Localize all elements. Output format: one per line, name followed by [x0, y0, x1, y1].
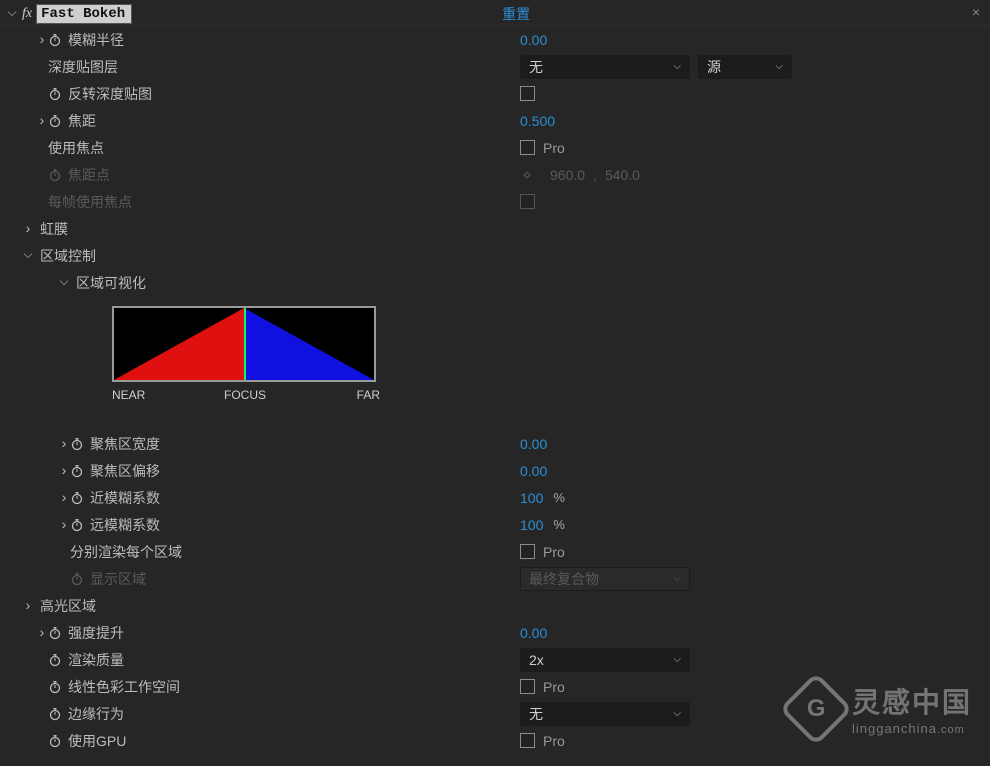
depth-source-dropdown[interactable]: 源 ⌵: [698, 55, 792, 79]
effect-name-field[interactable]: Fast Bokeh: [36, 4, 132, 24]
render-each-label: 分别渲染每个区域: [70, 542, 182, 562]
blur-radius-chevron[interactable]: [36, 32, 48, 48]
stopwatch-icon[interactable]: [48, 114, 62, 128]
pro-badge: Pro: [543, 733, 565, 749]
range-viz-chevron[interactable]: [58, 275, 70, 290]
viz-far-label: FAR: [357, 388, 380, 402]
stopwatch-icon[interactable]: [48, 680, 62, 694]
focal-distance-value[interactable]: 0.500: [520, 113, 555, 129]
far-blur-value[interactable]: 100: [520, 517, 543, 533]
pro-badge: Pro: [543, 544, 565, 560]
viz-focus-label: FOCUS: [224, 388, 266, 402]
invert-depth-label: 反转深度贴图: [68, 84, 152, 104]
edge-behavior-label: 边缘行为: [68, 704, 124, 724]
far-triangle: [244, 308, 374, 380]
panel-close-button[interactable]: ×: [968, 4, 984, 20]
focus-width-label: 聚焦区宽度: [90, 434, 160, 454]
focal-distance-chevron[interactable]: [36, 113, 48, 129]
highlight-label: 高光区域: [40, 596, 96, 616]
use-focal-point-label: 使用焦点: [48, 138, 104, 158]
render-quality-value: 2x: [529, 652, 544, 668]
stopwatch-icon[interactable]: [70, 464, 84, 478]
near-blur-chevron[interactable]: [58, 490, 70, 506]
use-gpu-checkbox[interactable]: [520, 733, 535, 748]
focus-offset-chevron[interactable]: [58, 463, 70, 479]
use-focal-point-checkbox[interactable]: [520, 140, 535, 155]
focal-point-label: 焦距点: [68, 165, 110, 185]
viz-near-label: NEAR: [112, 388, 145, 402]
boost-chevron[interactable]: [36, 625, 48, 641]
near-blur-label: 近模糊系数: [90, 488, 160, 508]
focus-width-chevron[interactable]: [58, 436, 70, 452]
chevron-down-icon: ⌵: [673, 654, 681, 665]
invert-depth-checkbox[interactable]: [520, 86, 535, 101]
chevron-down-icon: ⌵: [673, 573, 681, 584]
blur-radius-label: 模糊半径: [68, 30, 124, 50]
blur-radius-value[interactable]: 0.00: [520, 32, 547, 48]
linear-color-checkbox[interactable]: [520, 679, 535, 694]
depth-source-value: 源: [707, 57, 721, 77]
near-blur-value[interactable]: 100: [520, 490, 543, 506]
chevron-down-icon: ⌵: [673, 708, 681, 719]
render-quality-dropdown[interactable]: 2x ⌵: [520, 648, 690, 672]
range-control-chevron[interactable]: [22, 248, 34, 263]
stopwatch-icon[interactable]: [70, 491, 84, 505]
reset-button[interactable]: 重置: [502, 4, 530, 24]
depth-layer-dropdown[interactable]: 无 ⌵: [520, 55, 690, 79]
show-range-dropdown: 最终复合物 ⌵: [520, 567, 690, 591]
pro-badge: Pro: [543, 679, 565, 695]
percent-unit: %: [553, 490, 565, 505]
focus-offset-value[interactable]: 0.00: [520, 463, 547, 479]
edge-behavior-dropdown[interactable]: 无 ⌵: [520, 702, 690, 726]
viz-canvas: [112, 306, 376, 382]
stopwatch-icon[interactable]: [48, 87, 62, 101]
stopwatch-icon[interactable]: [48, 707, 62, 721]
far-blur-label: 远模糊系数: [90, 515, 160, 535]
boost-label: 强度提升: [68, 623, 124, 643]
depth-layer-label: 深度贴图层: [48, 57, 118, 77]
far-blur-chevron[interactable]: [58, 517, 70, 533]
focus-line: [244, 306, 246, 382]
effect-panel: × fx Fast Bokeh 重置 模糊半径 0.00 深度贴图层 无 ⌵: [0, 0, 990, 766]
focus-offset-label: 聚焦区偏移: [90, 461, 160, 481]
stopwatch-icon[interactable]: [48, 33, 62, 47]
render-each-checkbox[interactable]: [520, 544, 535, 559]
each-frame-label: 每帧使用焦点: [48, 192, 132, 212]
percent-unit: %: [553, 517, 565, 532]
render-quality-label: 渲染质量: [68, 650, 124, 670]
focus-width-value[interactable]: 0.00: [520, 436, 547, 452]
crosshair-icon: [520, 168, 534, 182]
chevron-down-icon: ⌵: [775, 61, 783, 72]
fx-icon[interactable]: fx: [22, 6, 32, 22]
stopwatch-icon: [70, 572, 84, 586]
boost-value[interactable]: 0.00: [520, 625, 547, 641]
show-range-value: 最终复合物: [529, 569, 599, 589]
stopwatch-icon[interactable]: [48, 653, 62, 667]
range-control-label: 区域控制: [40, 246, 96, 266]
stopwatch-icon[interactable]: [70, 518, 84, 532]
range-viz-label: 区域可视化: [76, 273, 146, 293]
stopwatch-icon: [48, 168, 62, 182]
focal-distance-label: 焦距: [68, 111, 96, 131]
stopwatch-icon[interactable]: [48, 626, 62, 640]
depth-layer-value: 无: [529, 57, 543, 77]
use-gpu-label: 使用GPU: [68, 731, 126, 751]
focal-point-y: 540.0: [605, 167, 640, 183]
stopwatch-icon[interactable]: [48, 734, 62, 748]
pro-badge: Pro: [543, 140, 565, 156]
each-frame-checkbox: [520, 194, 535, 209]
iris-label: 虹膜: [40, 219, 68, 239]
effect-header: fx Fast Bokeh 重置: [0, 2, 990, 26]
show-range-label: 显示区域: [90, 569, 146, 589]
highlight-chevron[interactable]: [22, 598, 34, 614]
near-triangle: [114, 308, 244, 380]
range-visualization: NEAR FOCUS FAR: [0, 296, 990, 408]
effect-toggle-chevron[interactable]: [6, 6, 18, 21]
iris-chevron[interactable]: [22, 221, 34, 237]
focal-point-x: 960.0: [550, 167, 585, 183]
edge-behavior-value: 无: [529, 704, 543, 724]
stopwatch-icon[interactable]: [70, 437, 84, 451]
linear-color-label: 线性色彩工作空间: [68, 677, 180, 697]
chevron-down-icon: ⌵: [673, 61, 681, 72]
